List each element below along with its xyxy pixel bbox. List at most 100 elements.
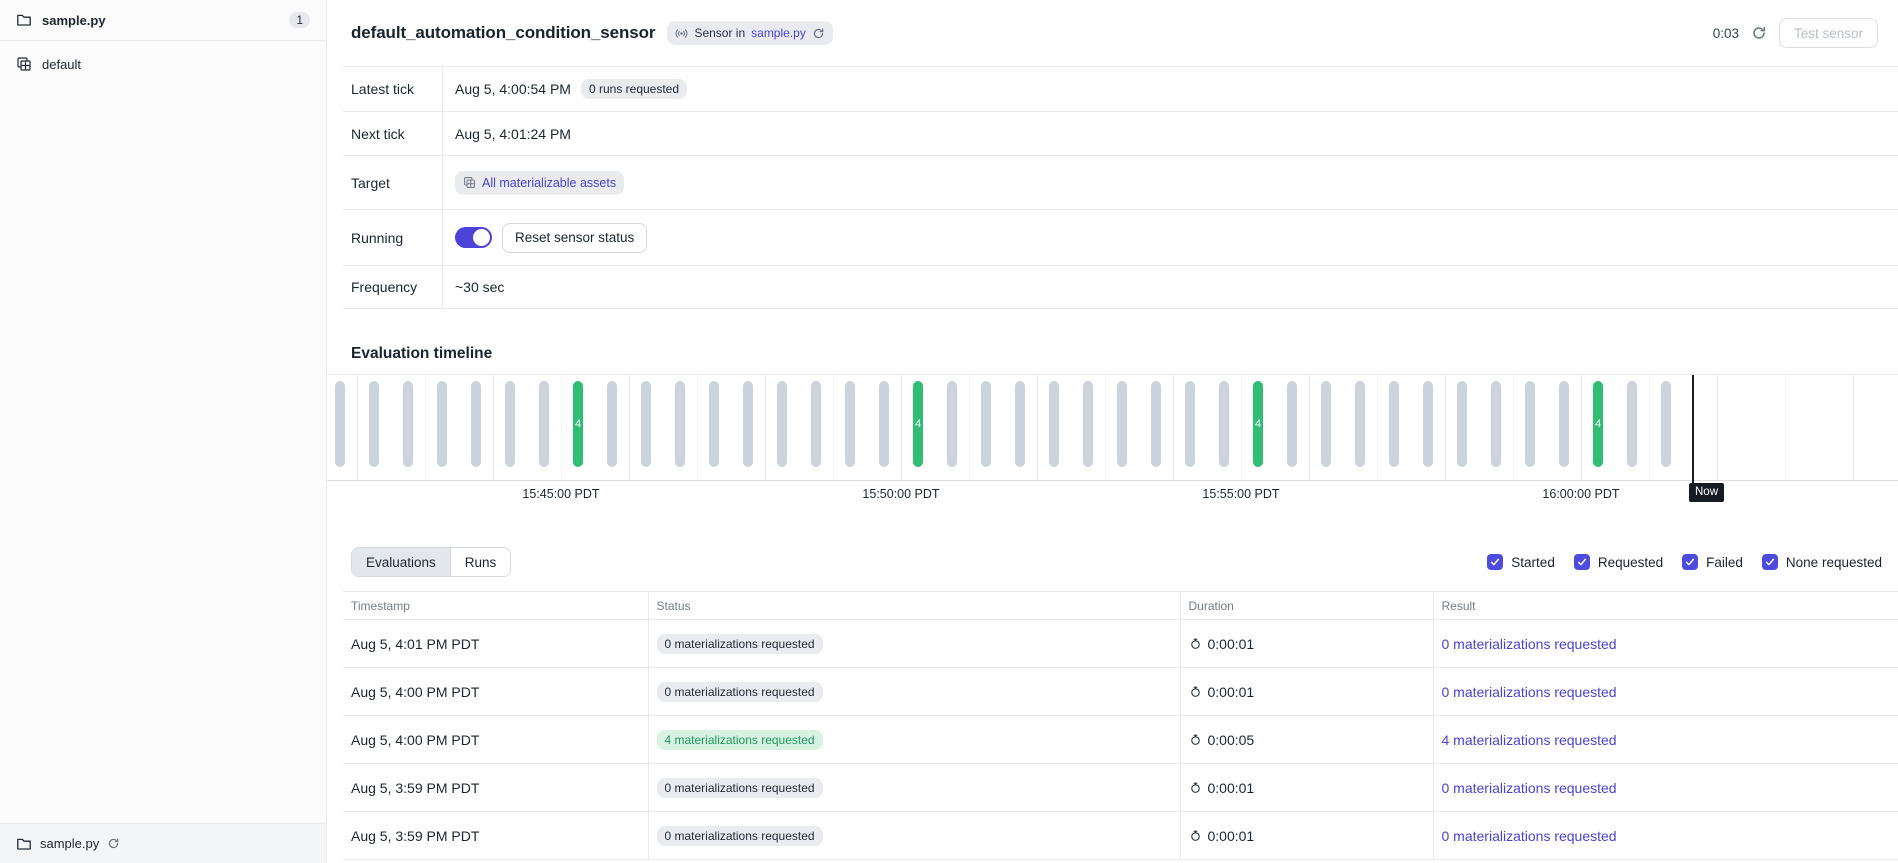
timeline-bar[interactable] — [1117, 381, 1127, 467]
filter-requested[interactable]: Requested — [1574, 554, 1663, 570]
timeline-bar[interactable] — [1015, 381, 1025, 467]
reload-icon[interactable] — [812, 27, 825, 40]
asset-group-icon — [16, 56, 32, 72]
timeline-bar[interactable] — [777, 381, 787, 467]
timeline-gridline — [1853, 375, 1854, 480]
target-assets-chip[interactable]: All materializable assets — [455, 171, 624, 195]
checkbox-checked-icon[interactable] — [1574, 554, 1590, 570]
checkbox-checked-icon[interactable] — [1682, 554, 1698, 570]
details-table: Latest tickAug 5, 4:00:54 PM0 runs reque… — [343, 66, 1898, 309]
timeline-bar[interactable] — [811, 381, 821, 467]
filter-failed[interactable]: Failed — [1682, 554, 1743, 570]
column-header-duration: Duration — [1180, 592, 1433, 620]
timeline-bar[interactable] — [845, 381, 855, 467]
result-link[interactable]: 0 materializations requested — [1442, 636, 1617, 652]
checkbox-checked-icon[interactable] — [1487, 554, 1503, 570]
running-toggle[interactable] — [455, 227, 492, 248]
result-link[interactable]: 0 materializations requested — [1442, 828, 1617, 844]
reload-icon[interactable] — [107, 837, 120, 850]
timeline-bar[interactable]: 4 — [573, 381, 583, 467]
result-cell: 4 materializations requested — [1433, 716, 1898, 764]
timeline-bar[interactable] — [1389, 381, 1399, 467]
timeline-bar[interactable] — [369, 381, 379, 467]
tab-evaluations[interactable]: Evaluations — [352, 548, 450, 576]
app-window: sample.py 1 default sample.py default_au… — [0, 0, 1898, 863]
timeline-bar[interactable] — [505, 381, 515, 467]
details-row: Frequency~30 sec — [343, 265, 1898, 309]
reset-sensor-status-button[interactable]: Reset sensor status — [502, 223, 647, 253]
evaluations-table: TimestampStatusDurationResult Aug 5, 4:0… — [343, 591, 1898, 860]
timeline-bar[interactable] — [1627, 381, 1637, 467]
result-link[interactable]: 0 materializations requested — [1442, 780, 1617, 796]
duration-text: 0:00:01 — [1208, 636, 1255, 652]
result-link[interactable]: 0 materializations requested — [1442, 684, 1617, 700]
timeline-bar[interactable]: 4 — [1253, 381, 1263, 467]
timeline-gridline — [765, 375, 766, 480]
detail-value: Reset sensor status — [443, 210, 647, 265]
status-badge: 0 materializations requested — [657, 778, 823, 798]
timeline-bar[interactable] — [437, 381, 447, 467]
timeline-bar[interactable] — [335, 381, 345, 467]
timeline-bar[interactable] — [879, 381, 889, 467]
timeline-bar[interactable] — [743, 381, 753, 467]
timeline-bar[interactable] — [1321, 381, 1331, 467]
status-cell: 0 materializations requested — [648, 764, 1180, 812]
checkbox-checked-icon[interactable] — [1762, 554, 1778, 570]
timeline-bar[interactable]: 4 — [1593, 381, 1603, 467]
result-link[interactable]: 4 materializations requested — [1442, 732, 1617, 748]
detail-value: All materializable assets — [443, 156, 624, 209]
timeline-gridline — [969, 375, 970, 480]
timeline-bar[interactable] — [1661, 381, 1671, 467]
refresh-icon[interactable] — [1751, 25, 1767, 41]
timeline-bar[interactable]: 4 — [913, 381, 923, 467]
timeline-bar[interactable] — [1423, 381, 1433, 467]
timeline-bar[interactable] — [1049, 381, 1059, 467]
status-cell: 0 materializations requested — [648, 620, 1180, 668]
target-chip-label: All materializable assets — [482, 176, 616, 190]
timeline-bar[interactable] — [675, 381, 685, 467]
timeline-axis-label: 15:45:00 PDT — [522, 487, 599, 501]
timeline-bar[interactable] — [1151, 381, 1161, 467]
timeline-bar[interactable] — [1457, 381, 1467, 467]
timeline-bar[interactable] — [641, 381, 651, 467]
timeline-gridline — [1309, 375, 1310, 480]
timeline-bar[interactable] — [403, 381, 413, 467]
timestamp-cell: Aug 5, 3:59 PM PDT — [343, 812, 648, 860]
main-content: default_automation_condition_sensor Sens… — [327, 0, 1898, 863]
tab-runs[interactable]: Runs — [450, 548, 511, 576]
sidebar-item-label: default — [42, 57, 81, 72]
sidebar-footer: sample.py — [0, 823, 326, 863]
timeline-bar[interactable] — [1491, 381, 1501, 467]
sensor-count-badge: 1 — [289, 12, 310, 28]
timeline-title: Evaluation timeline — [351, 345, 1898, 363]
sidebar-repo-label: sample.py — [42, 13, 106, 28]
timeline-bar[interactable] — [607, 381, 617, 467]
timeline-bar[interactable] — [1083, 381, 1093, 467]
timeline-bar[interactable] — [471, 381, 481, 467]
detail-label: Frequency — [343, 266, 443, 308]
timeline-bar[interactable] — [947, 381, 957, 467]
filter-none-requested[interactable]: None requested — [1762, 554, 1882, 570]
timeline-bar[interactable] — [1525, 381, 1535, 467]
sidebar-item-default[interactable]: default — [0, 41, 326, 87]
timeline-bar[interactable] — [539, 381, 549, 467]
detail-label: Latest tick — [343, 67, 443, 111]
timeline-gridline — [1717, 375, 1718, 480]
timeline-bar[interactable] — [709, 381, 719, 467]
timeline-bar[interactable] — [1559, 381, 1569, 467]
status-badge: 0 materializations requested — [657, 634, 823, 654]
sensor-file-link[interactable]: sample.py — [751, 26, 806, 40]
timeline-bar[interactable] — [1287, 381, 1297, 467]
duration-cell: 0:00:01 — [1180, 668, 1433, 716]
timeline-bar[interactable] — [1219, 381, 1229, 467]
stopwatch-icon — [1189, 781, 1202, 794]
timeline-bar[interactable] — [1355, 381, 1365, 467]
status-cell: 0 materializations requested — [648, 668, 1180, 716]
filter-started[interactable]: Started — [1487, 554, 1555, 570]
sidebar-item-sample-py[interactable]: sample.py 1 — [0, 0, 326, 41]
test-sensor-button[interactable]: Test sensor — [1779, 18, 1878, 48]
timestamp-cell: Aug 5, 4:00 PM PDT — [343, 716, 648, 764]
sensor-icon — [675, 27, 688, 40]
timeline-bar[interactable] — [1185, 381, 1195, 467]
timeline-bar[interactable] — [981, 381, 991, 467]
